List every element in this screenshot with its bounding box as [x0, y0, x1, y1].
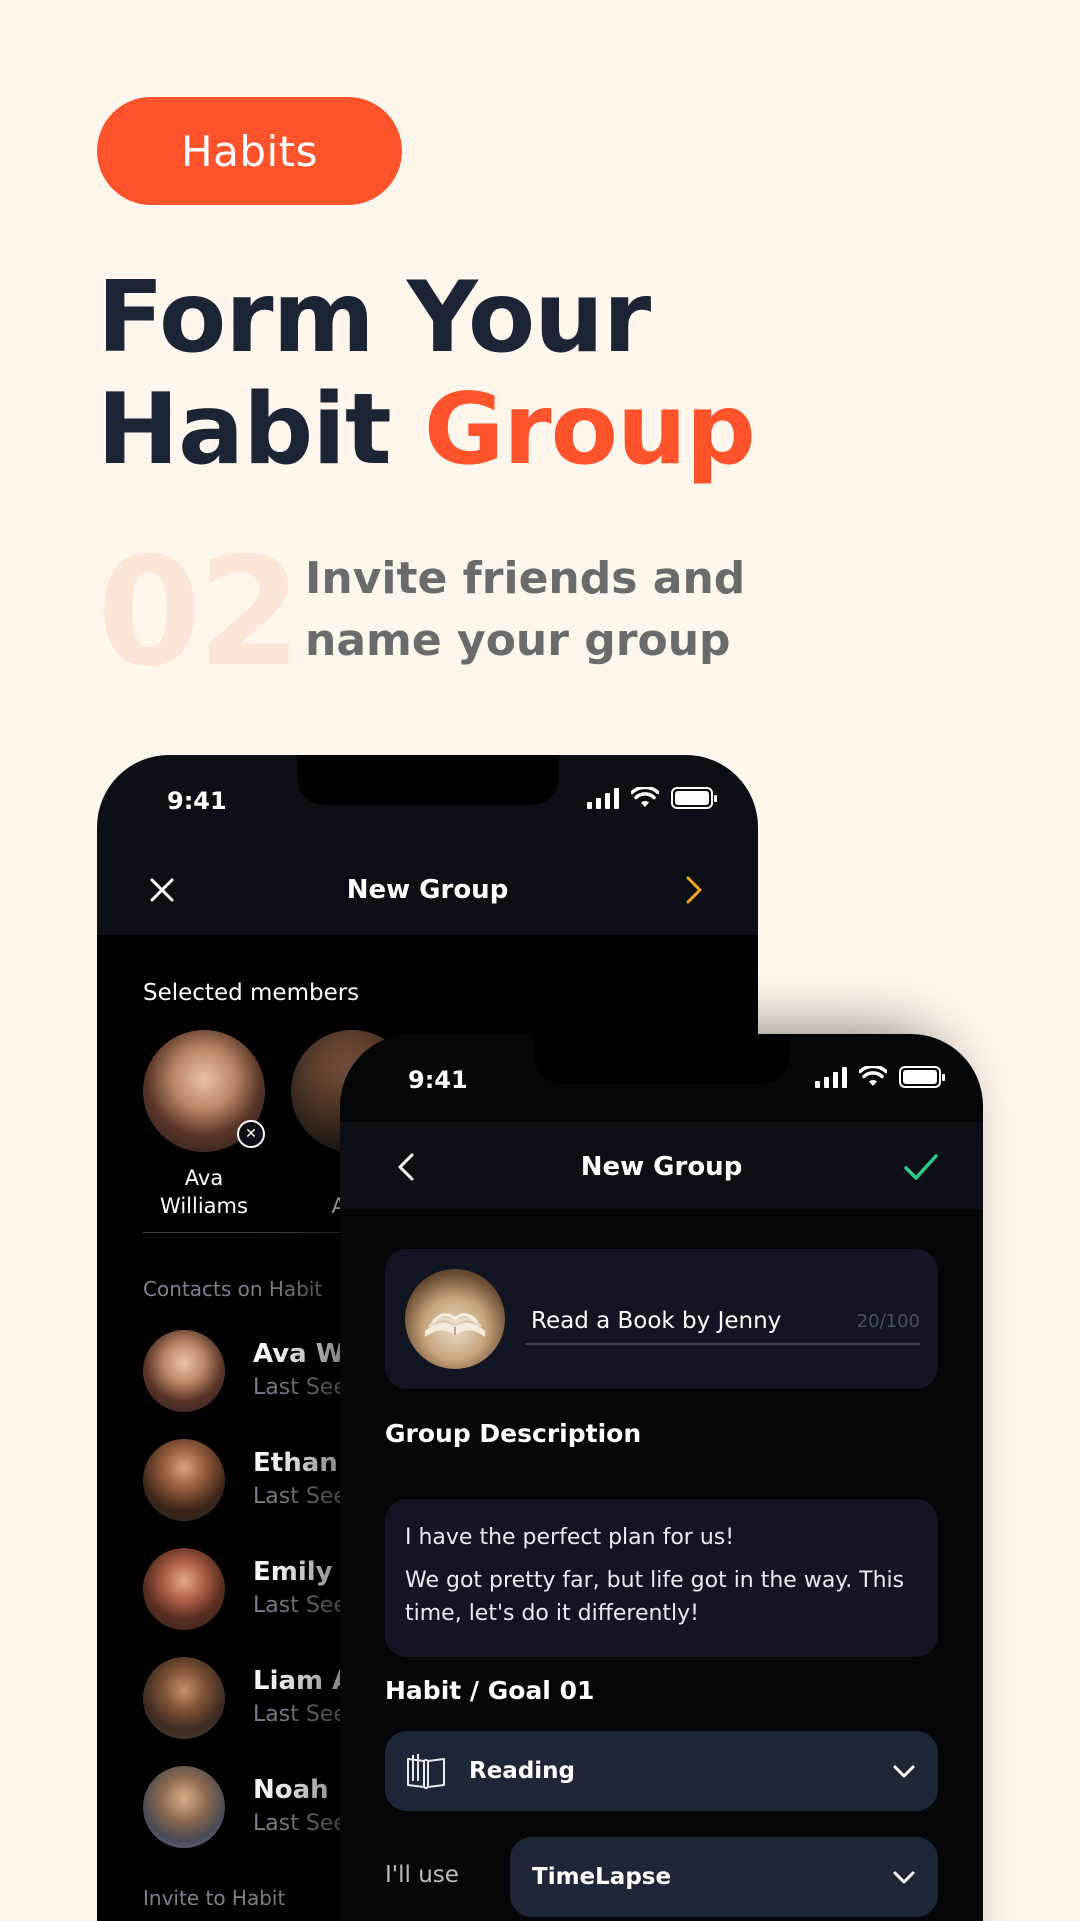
- phone-notch: [296, 755, 559, 805]
- contact-name: Ava Wi: [253, 1339, 354, 1369]
- phone-notch: [534, 1034, 789, 1084]
- back-icon[interactable]: [392, 1152, 422, 1182]
- contacts-section-label: Contacts on Habit: [143, 1277, 323, 1301]
- wifi-icon: [631, 787, 659, 807]
- wifi-icon: [859, 1066, 887, 1086]
- group-photo[interactable]: [405, 1269, 505, 1369]
- status-time: 9:41: [408, 1066, 468, 1094]
- contact-row[interactable]: Ethan C Last See: [143, 1437, 366, 1523]
- avatar: [143, 1330, 225, 1412]
- description-line: I have the perfect plan for us!: [405, 1525, 735, 1550]
- contact-row[interactable]: Emily A Last See: [143, 1546, 362, 1632]
- avatar: [143, 1657, 225, 1739]
- battery-icon: [899, 1066, 945, 1088]
- selected-members-label: Selected members: [143, 980, 360, 1006]
- avatar: [143, 1766, 225, 1848]
- avatar: ✕: [143, 1030, 265, 1152]
- tool-select-value: TimeLapse: [532, 1864, 672, 1890]
- step-description: Invite friends and name your group: [305, 553, 746, 666]
- member-last-name: Williams: [160, 1194, 248, 1218]
- remove-member-icon[interactable]: ✕: [237, 1120, 265, 1148]
- contact-row[interactable]: Liam A Last See: [143, 1655, 352, 1741]
- signal-icon: [815, 1066, 847, 1088]
- nav-bar: New Group: [340, 1122, 983, 1212]
- contact-row[interactable]: Noah M Last See: [143, 1764, 364, 1850]
- step-number: 02: [97, 526, 302, 700]
- chevron-down-icon: [893, 1765, 915, 1778]
- brand-logo: Habits: [181, 126, 318, 176]
- contact-name: Liam A: [253, 1666, 353, 1696]
- description-textarea[interactable]: I have the perfect plan for us! We got p…: [385, 1499, 938, 1657]
- description-heading: Group Description: [385, 1419, 642, 1448]
- book-image-icon: [425, 1313, 485, 1337]
- headline-plain: Habit: [97, 373, 424, 487]
- status-time: 9:41: [167, 787, 227, 815]
- group-name-card: Read a Book by Jenny 20/100: [385, 1249, 938, 1389]
- selected-member[interactable]: ✕ Ava Williams: [139, 1030, 269, 1220]
- contact-row[interactable]: Ava Wi Last See: [143, 1328, 353, 1414]
- character-counter: 20/100: [856, 1310, 920, 1332]
- tool-select[interactable]: TimeLapse: [510, 1837, 938, 1917]
- phone-new-group-screen: 9:41 New Group Read a Book by Jenny 20/1…: [340, 1034, 983, 1921]
- signal-icon: [587, 787, 619, 809]
- description-line: We got pretty far, but life got in the w…: [405, 1568, 905, 1626]
- group-name-input[interactable]: Read a Book by Jenny 20/100: [525, 1299, 920, 1345]
- contact-last-seen: Last See: [253, 1702, 347, 1727]
- headline-line1: Form Your: [97, 261, 651, 375]
- nav-bar: New Group: [97, 845, 758, 935]
- check-icon[interactable]: [903, 1152, 939, 1182]
- member-first-name: Ava: [184, 1166, 224, 1190]
- status-icons: [815, 1066, 945, 1088]
- goal-heading: Habit / Goal 01: [385, 1676, 595, 1705]
- use-label: I'll use: [385, 1862, 459, 1888]
- book-icon: [407, 1754, 445, 1789]
- habit-select[interactable]: Reading: [385, 1731, 938, 1811]
- close-icon[interactable]: [147, 875, 177, 905]
- brand-pill: Habits: [97, 97, 402, 205]
- nav-title: New Group: [580, 1152, 743, 1182]
- avatar: [143, 1548, 225, 1630]
- battery-icon: [671, 787, 717, 809]
- page-headline: Form Your Habit Group: [97, 261, 756, 487]
- invite-section-label: Invite to Habit: [143, 1886, 286, 1910]
- chevron-right-icon[interactable]: [678, 875, 708, 905]
- avatar: [143, 1439, 225, 1521]
- new-group-body: Read a Book by Jenny 20/100 Group Descri…: [340, 1209, 983, 1921]
- headline-accent: Group: [423, 373, 756, 487]
- contact-last-seen: Last See: [253, 1375, 347, 1400]
- habit-select-value: Reading: [469, 1758, 576, 1784]
- chevron-down-icon: [893, 1871, 915, 1884]
- group-name-value: Read a Book by Jenny: [531, 1308, 782, 1334]
- status-icons: [587, 787, 717, 809]
- headline-line2: Habit Group: [97, 373, 756, 487]
- nav-title: New Group: [346, 875, 509, 905]
